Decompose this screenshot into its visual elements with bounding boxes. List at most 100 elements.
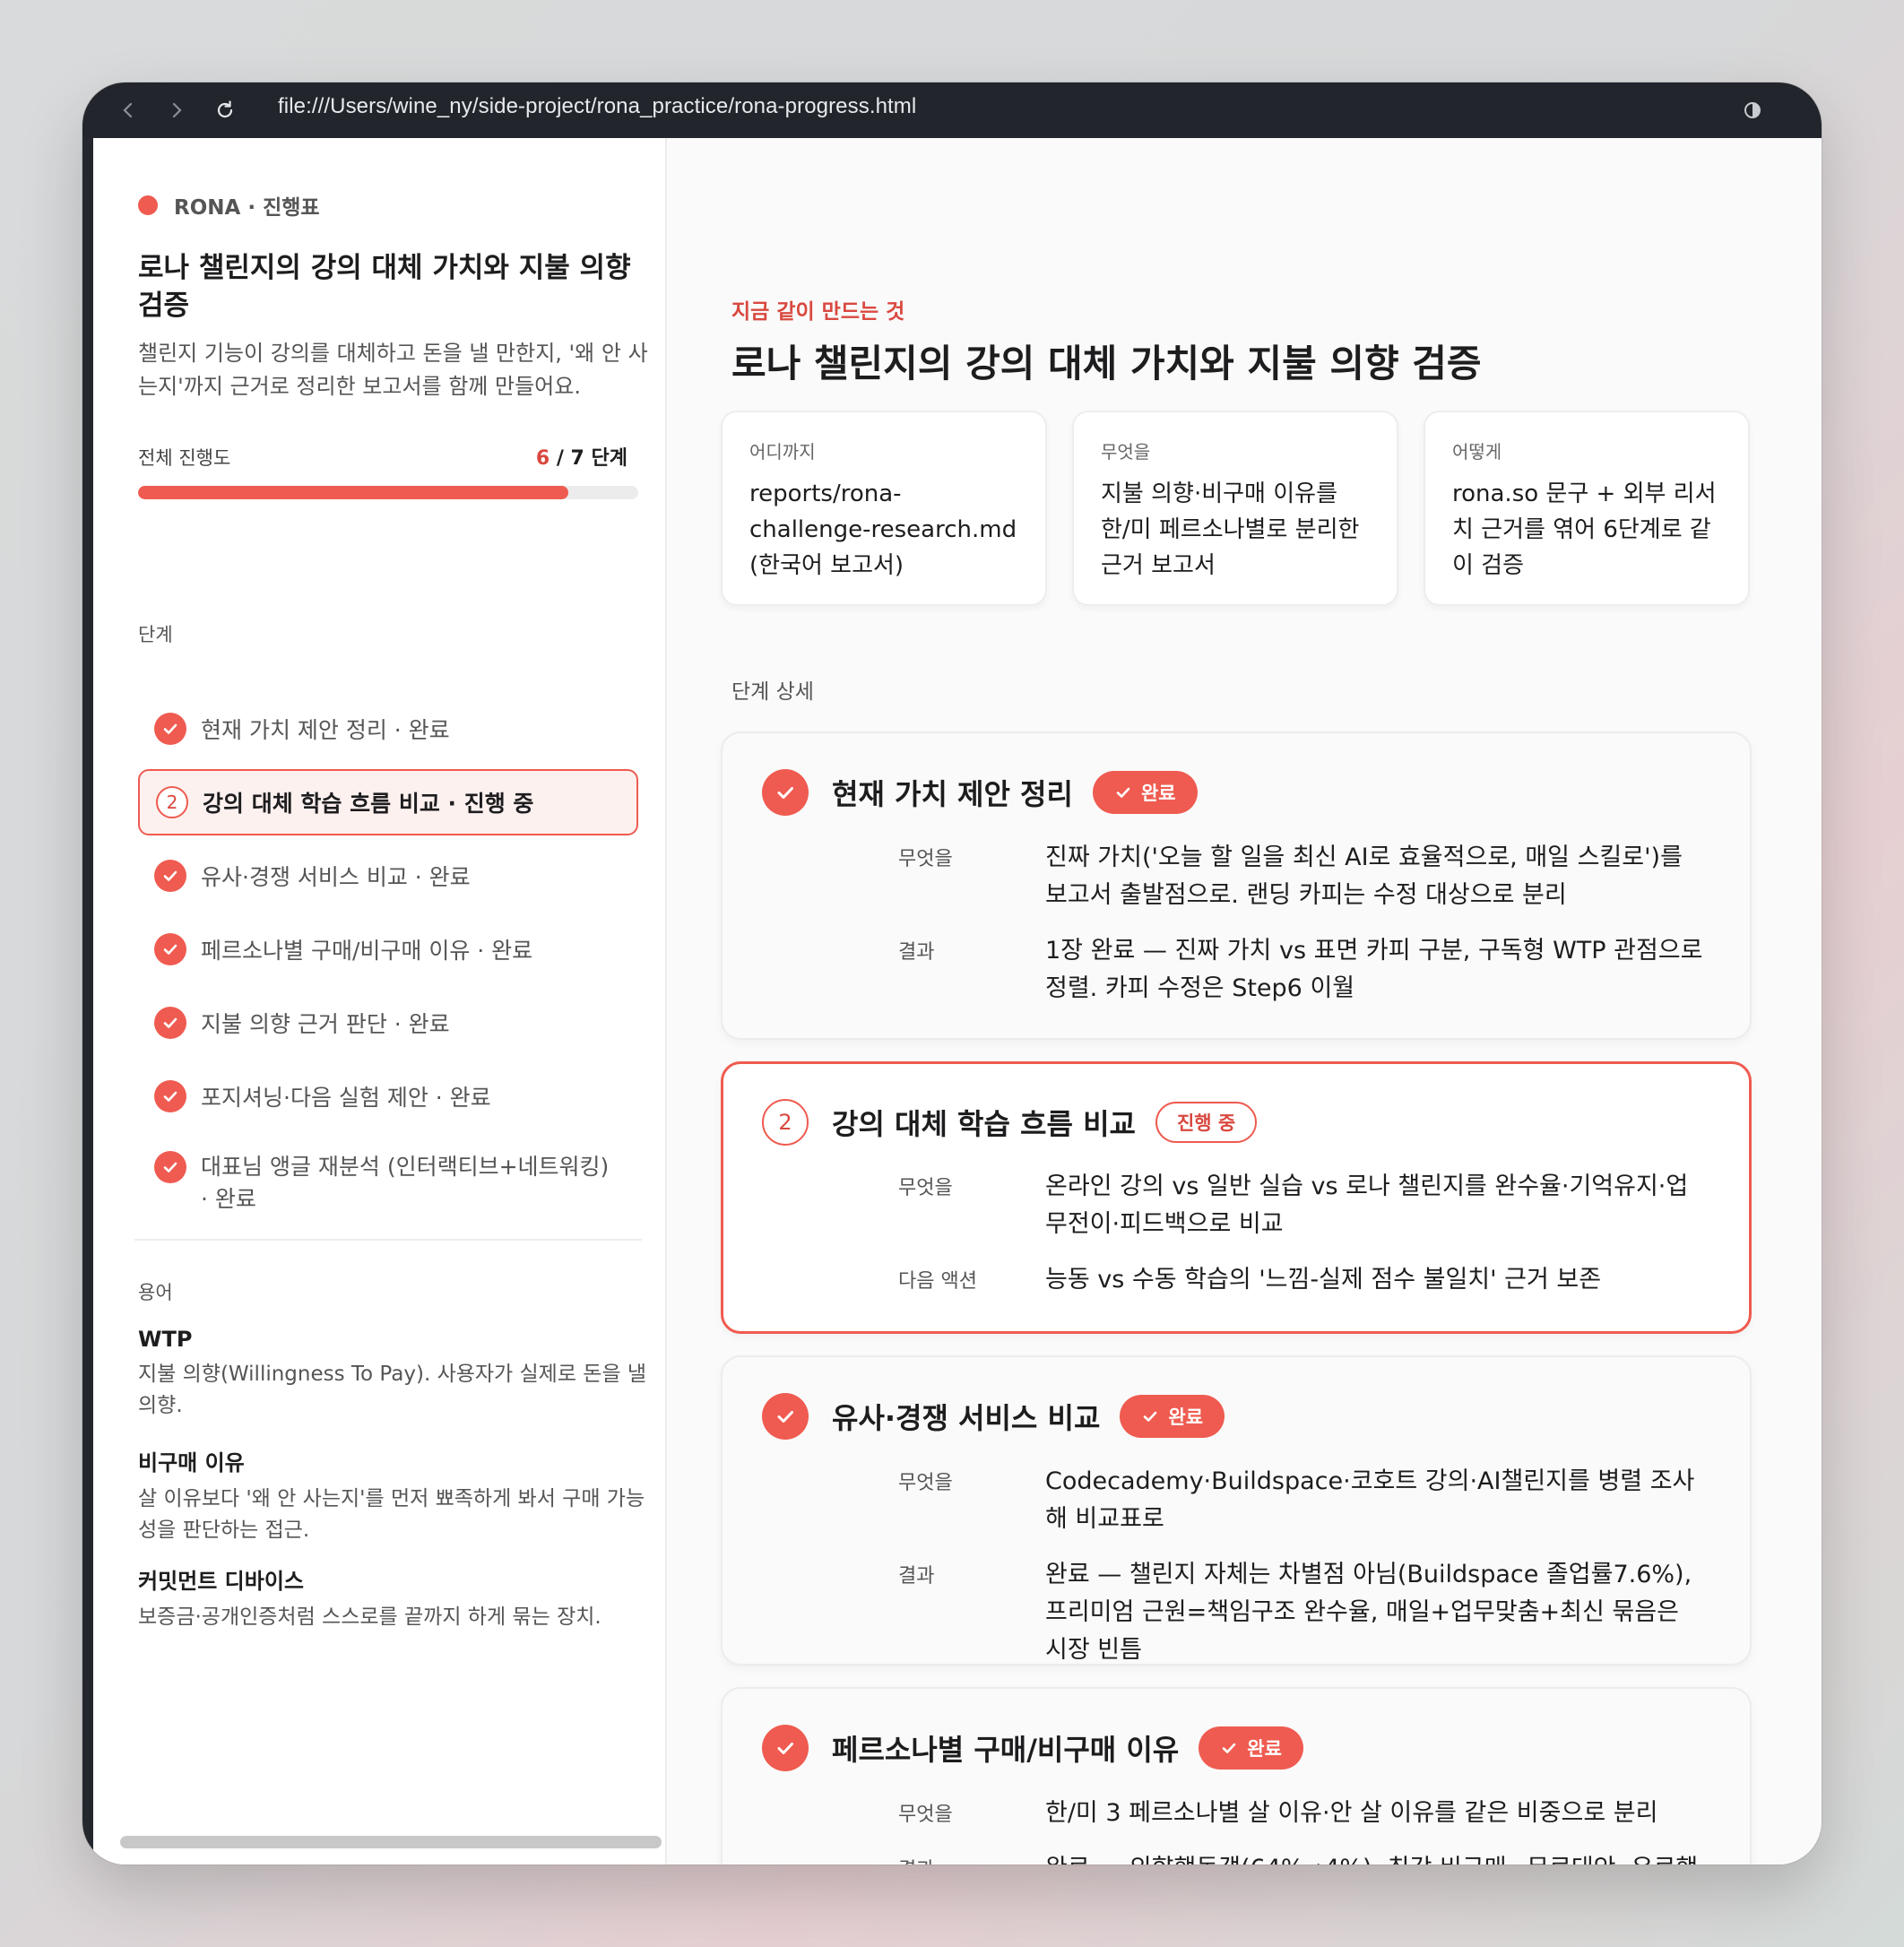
step-card-title: 강의 대체 학습 흐름 비교 (832, 1107, 1136, 1141)
window-edge (82, 138, 93, 1865)
steps-label: 단계 (138, 624, 173, 645)
check-icon (762, 769, 809, 816)
info-card-value: reports/rona-challenge-research.md (한국어 … (749, 480, 1017, 579)
term-commitment-device: 커밋먼트 디바이스 보증금·공개인증처럼 스스로를 끝까지 하게 묶는 장치. (138, 1563, 649, 1633)
check-icon (154, 860, 186, 892)
forward-icon[interactable] (161, 95, 192, 125)
row-key: 무엇을 (898, 1472, 953, 1494)
sidebar: RONA · 진행표 로나 챌린지의 강의 대체 가치와 지불 의향 검증 챌린… (93, 138, 667, 1865)
check-icon (762, 1725, 809, 1771)
row-key: 결과 (898, 941, 935, 964)
info-card-scope: 어디까지 reports/rona-challenge-research.md … (721, 411, 1047, 606)
row-value: 한/미 3 페르소나별 살 이유·안 살 이유를 같은 비중으로 분리 (1045, 1799, 1658, 1827)
reload-icon[interactable] (210, 95, 240, 125)
page-title: 로나 챌린지의 강의 대체 가치와 지불 의향 검증 (731, 342, 1482, 385)
step-card-row: 무엇을 온라인 강의 vs 일반 실습 vs 로나 챌린지를 완수율·기억유지·… (898, 1168, 1705, 1243)
step-card-header: 유사·경쟁 서비스 비교 완료 (762, 1393, 1225, 1440)
progress-value: 6 / 7 단계 (536, 442, 627, 471)
progress-total: / 7 단계 (550, 447, 627, 470)
back-icon[interactable] (113, 95, 143, 125)
term-description: 지불 의향(Willingness To Pay). 사용자가 실제로 돈을 낼… (138, 1363, 647, 1417)
sidebar-description: 챌린지 기능이 강의를 대체하고 돈을 낼 만한지, '왜 안 사는지'까지 근… (138, 341, 648, 399)
step-card-4: 페르소나별 구매/비구매 이유 완료 무엇을 한/미 3 페르소나별 살 이유·… (721, 1687, 1752, 1865)
step-card-row: 다음 액션 능동 vs 수동 학습의 '느낌-실제 점수 불일치' 근거 보존 (898, 1261, 1705, 1299)
address-bar[interactable]: file:///Users/wine_ny/side-project/rona_… (278, 94, 916, 119)
step-card-title: 현재 가치 제안 정리 (832, 777, 1073, 811)
check-icon (154, 713, 186, 745)
row-key: 결과 (898, 1850, 1045, 1865)
row-value: 진짜 가치('오늘 할 일을 최신 AI로 효율적으로, 매일 스킬로')를 보… (1045, 844, 1683, 909)
row-key: 무엇을 (898, 1804, 953, 1826)
status-badge-label: 완료 (1168, 1406, 1204, 1428)
row-key: 결과 (898, 1565, 935, 1588)
sidebar-title: 로나 챌린지의 강의 대체 가치와 지불 의향 검증 (138, 252, 631, 322)
step-card-row: 결과 완료 — 챌린지 자체는 차별점 아님(Buildspace 졸업률7.6… (898, 1556, 1705, 1669)
check-icon (1144, 1411, 1157, 1422)
sidebar-step-label: 지불 의향 근거 판단 · 완료 (201, 1011, 450, 1037)
sidebar-step-1[interactable]: 현재 가치 제안 정리 · 완료 (138, 692, 638, 766)
row-key: 다음 액션 (898, 1270, 977, 1293)
row-value: 1장 완료 — 진짜 가치 vs 표면 카피 구분, 구독형 WTP 관점으로 … (1045, 937, 1703, 1002)
step-card-title: 페르소나별 구매/비구매 이유 (832, 1733, 1180, 1767)
info-card-what: 무엇을 지불 의향·비구매 이유를 한/미 페르소나별로 분리한 근거 보고서 (1072, 411, 1398, 606)
brand-label: RONA · 진행표 (174, 196, 320, 220)
step-card-row: 무엇을 Codecademy·Buildspace·코호트 강의·AI챌린지를 … (898, 1463, 1705, 1538)
status-badge: 진행 중 (1155, 1102, 1258, 1143)
brand-dot-icon (138, 195, 158, 215)
step-list: 현재 가치 제안 정리 · 완료 2 강의 대체 학습 흐름 비교 · 진행 중… (138, 692, 638, 1232)
check-icon (1116, 787, 1130, 798)
check-icon (154, 933, 186, 965)
step-card-header: 현재 가치 제안 정리 완료 (762, 769, 1198, 816)
step-card-row: 결과 1장 완료 — 진짜 가치 vs 표면 카피 구분, 구독형 WTP 관점… (898, 932, 1705, 1008)
status-badge-label: 완료 (1140, 783, 1176, 804)
status-badge: 완료 (1120, 1395, 1225, 1438)
kicker: 지금 같이 만드는 것 (731, 300, 905, 324)
step-card-row: 결과 완료 — 의향행동갭(64%→4%), 최강 비구매=무료대안, 유료핵심… (898, 1850, 1705, 1865)
info-card-label: 어떻게 (1452, 441, 1502, 463)
sidebar-step-2[interactable]: 2 강의 대체 학습 흐름 비교 · 진행 중 (138, 769, 638, 835)
row-value: 완료 — 챌린지 자체는 차별점 아님(Buildspace 졸업률7.6%),… (1045, 1561, 1692, 1664)
sidebar-step-5[interactable]: 지불 의향 근거 판단 · 완료 (138, 986, 638, 1060)
term-description: 보증금·공개인증처럼 스스로를 끝까지 하게 묶는 장치. (138, 1605, 601, 1629)
step-card-header: 페르소나별 구매/비구매 이유 완료 (762, 1725, 1303, 1771)
progress-bar-fill (138, 486, 568, 499)
row-value: 온라인 강의 vs 일반 실습 vs 로나 챌린지를 완수율·기억유지·업무전이… (1045, 1173, 1689, 1238)
info-card-label: 무엇을 (1101, 441, 1151, 463)
sidebar-step-4[interactable]: 페르소나별 구매/비구매 이유 · 완료 (138, 913, 638, 986)
sidebar-step-label: 페르소나별 구매/비구매 이유 · 완료 (201, 938, 533, 964)
row-key: 무엇을 (898, 848, 953, 870)
browser-window: file:///Users/wine_ny/side-project/rona_… (82, 82, 1822, 1865)
step-number-icon: 2 (156, 786, 188, 818)
browser-toolbar: file:///Users/wine_ny/side-project/rona_… (82, 82, 1822, 138)
sidebar-step-label: 유사·경쟁 서비스 비교 · 완료 (201, 864, 471, 890)
step-card-title: 유사·경쟁 서비스 비교 (832, 1401, 1101, 1435)
sidebar-step-6[interactable]: 포지셔닝·다음 실험 제안 · 완료 (138, 1060, 638, 1133)
sidebar-step-label: 포지셔닝·다음 실험 제안 · 완료 (201, 1085, 491, 1111)
status-badge-label: 완료 (1247, 1738, 1282, 1760)
status-badge: 완료 (1092, 771, 1198, 814)
step-card-row: 무엇을 한/미 3 페르소나별 살 이유·안 살 이유를 같은 비중으로 분리 (898, 1795, 1705, 1832)
theme-toggle-icon[interactable] (1737, 95, 1768, 125)
row-value: 능동 vs 수동 학습의 '느낌-실제 점수 불일치' 근거 보존 (1045, 1266, 1602, 1294)
sidebar-step-3[interactable]: 유사·경쟁 서비스 비교 · 완료 (138, 839, 638, 913)
term-wtp: WTP 지불 의향(Willingness To Pay). 사용자가 실제로 … (138, 1327, 649, 1422)
check-icon (154, 1080, 186, 1112)
check-icon (762, 1393, 809, 1440)
term-description: 살 이유보다 '왜 안 사는지'를 먼저 뾰족하게 봐서 구매 가능성을 판단하… (138, 1487, 645, 1542)
info-card-label: 어디까지 (749, 441, 816, 463)
term-name: 커밋먼트 디바이스 (138, 1569, 304, 1594)
sidebar-step-7[interactable]: 대표님 앵글 재분석 (인터랙티브+네트워킹) · 완료 (138, 1133, 638, 1232)
step-card-2: 2 강의 대체 학습 흐름 비교 진행 중 무엇을 온라인 강의 vs 일반 실… (721, 1061, 1752, 1334)
progress-label: 전체 진행도 (138, 447, 231, 469)
sidebar-step-label: 현재 가치 제안 정리 · 완료 (201, 717, 450, 743)
step-card-row: 무엇을 진짜 가치('오늘 할 일을 최신 AI로 효율적으로, 매일 스킬로'… (898, 839, 1705, 914)
info-card-value: 지불 의향·비구매 이유를 한/미 페르소나별로 분리한 근거 보고서 (1101, 480, 1360, 579)
row-key: 무엇을 (898, 1177, 953, 1199)
terms-label: 용어 (138, 1282, 173, 1303)
horizontal-scrollbar[interactable] (120, 1836, 662, 1848)
term-non-purchase: 비구매 이유 살 이유보다 '왜 안 사는지'를 먼저 뾰족하게 봐서 구매 가… (138, 1445, 649, 1546)
step-card-3: 유사·경쟁 서비스 비교 완료 무엇을 Codecademy·Buildspac… (721, 1355, 1752, 1666)
term-name: WTP (138, 1327, 193, 1352)
step-card-1: 현재 가치 제안 정리 완료 무엇을 진짜 가치('오늘 할 일을 최신 AI로… (721, 731, 1752, 1040)
row-value: 완료 — 의향행동갭(64%→4%), 최강 비구매=무료대안, 유료핵심=한국… (1045, 1850, 1705, 1865)
